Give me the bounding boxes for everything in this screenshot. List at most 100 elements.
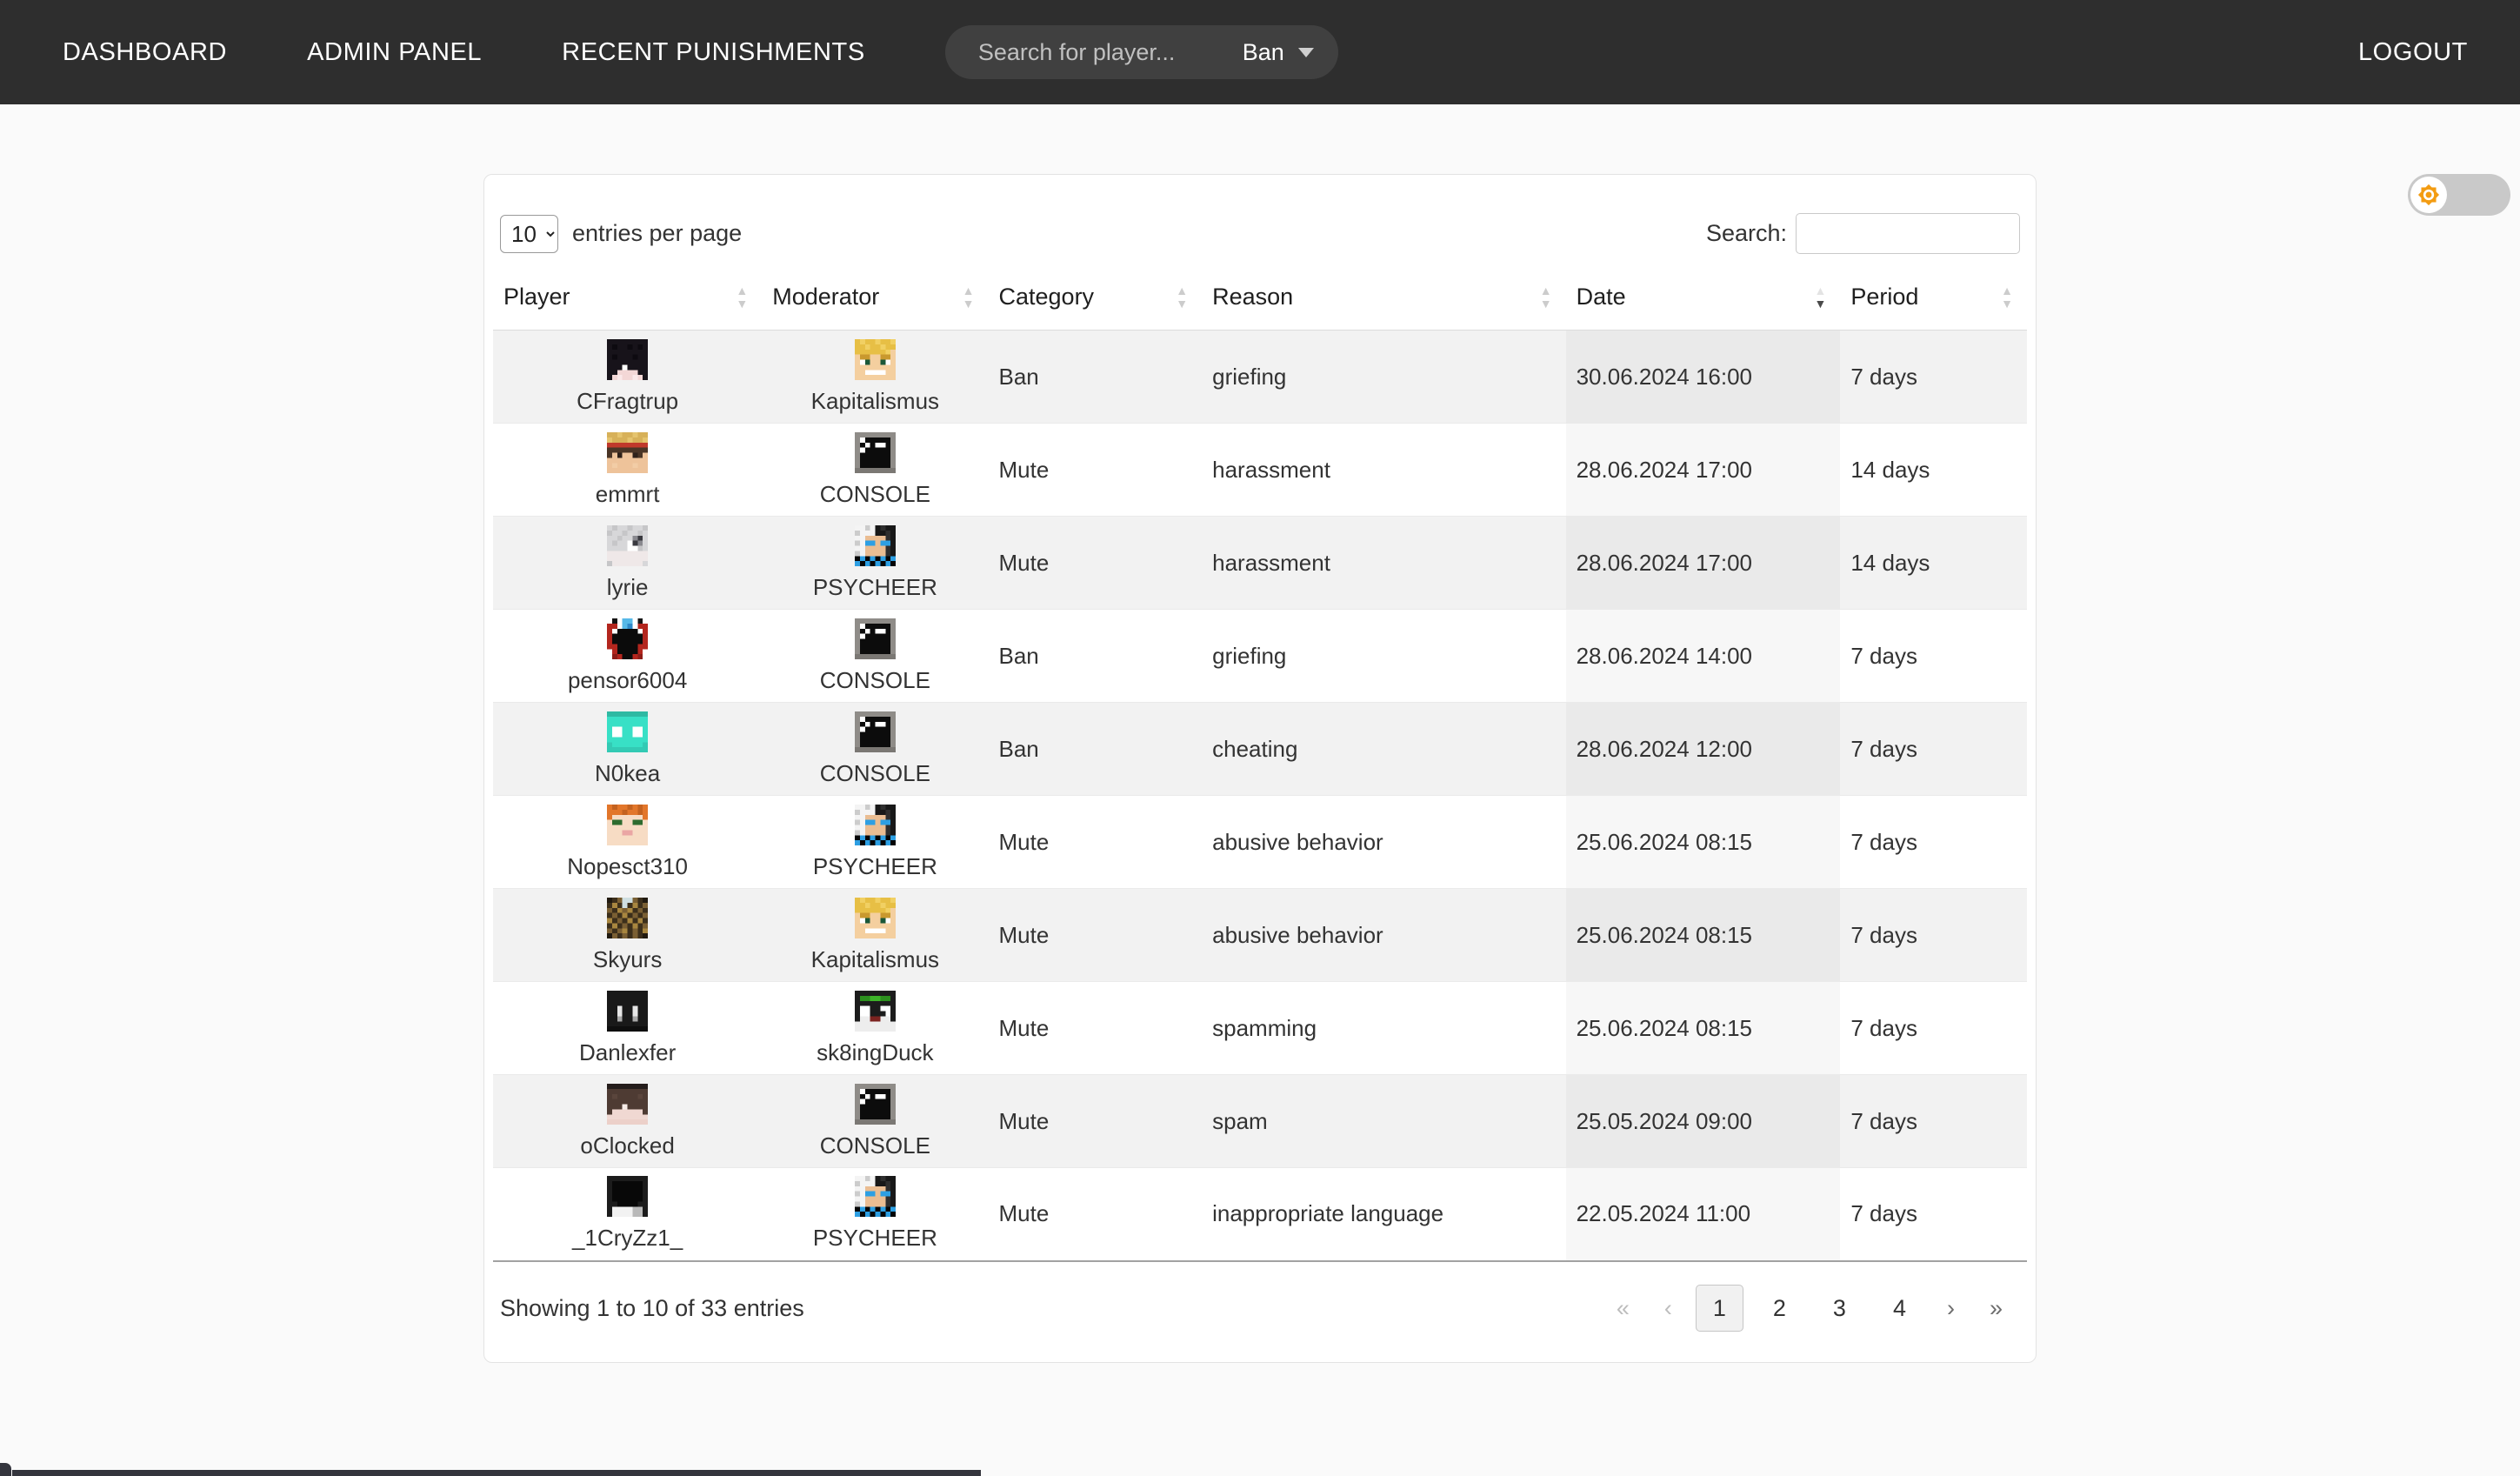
nav-link-dashboard[interactable]: DASHBOARD	[63, 38, 227, 67]
table-footer: Showing 1 to 10 of 33 entries « ‹ 1234 ›…	[493, 1262, 2027, 1362]
moderator-cell[interactable]: PSYCHEER	[772, 525, 977, 601]
nav-link-admin-panel[interactable]: ADMIN PANEL	[307, 38, 482, 67]
reason-cell: abusive behavior	[1202, 889, 1565, 982]
category-cell: Ban	[989, 703, 1203, 796]
pagination-page-1[interactable]: 1	[1696, 1285, 1743, 1332]
player-name: oClocked	[580, 1132, 674, 1159]
category-cell: Ban	[989, 610, 1203, 703]
reason-cell: cheating	[1202, 703, 1565, 796]
sort-asc-icon: ▲	[1814, 284, 1826, 297]
player-cell[interactable]: Danlexfer	[503, 991, 751, 1066]
column-header-reason[interactable]: Reason▲▼	[1202, 275, 1565, 331]
sort-icons: ▲▼	[736, 284, 748, 311]
chevron-down-icon	[1298, 48, 1314, 57]
moderator-cell[interactable]: Kapitalismus	[772, 339, 977, 415]
player-avatar	[607, 1176, 648, 1217]
pagination-page-2[interactable]: 2	[1756, 1285, 1803, 1332]
punishment-type-dropdown[interactable]: Ban	[1227, 39, 1314, 66]
date-cell: 25.06.2024 08:15	[1566, 982, 1841, 1075]
moderator-name: Kapitalismus	[811, 946, 939, 973]
moderator-cell[interactable]: CONSOLE	[772, 618, 977, 694]
player-avatar	[607, 432, 648, 473]
sort-desc-icon: ▼	[736, 297, 748, 311]
player-avatar	[607, 1084, 648, 1125]
period-cell: 7 days	[1840, 610, 2027, 703]
player-name: emmrt	[596, 481, 660, 508]
column-header-player[interactable]: Player▲▼	[493, 275, 762, 331]
player-cell[interactable]: pensor6004	[503, 618, 751, 694]
moderator-name: PSYCHEER	[813, 574, 937, 601]
moderator-name: Kapitalismus	[811, 388, 939, 415]
moderator-cell[interactable]: PSYCHEER	[772, 805, 977, 880]
entries-per-page-select[interactable]: 10	[500, 215, 558, 253]
table-search-input[interactable]	[1796, 213, 2020, 254]
sort-icons: ▲▼	[1814, 284, 1826, 311]
date-cell: 28.06.2024 12:00	[1566, 703, 1841, 796]
reason-cell: abusive behavior	[1202, 796, 1565, 889]
player-cell[interactable]: Nopesct310	[503, 805, 751, 880]
column-header-category[interactable]: Category▲▼	[989, 275, 1203, 331]
date-cell: 30.06.2024 16:00	[1566, 331, 1841, 424]
moderator-avatar	[855, 1176, 896, 1217]
player-cell[interactable]: lyrie	[503, 525, 751, 601]
pagination-page-4[interactable]: 4	[1876, 1285, 1923, 1332]
moderator-cell[interactable]: CONSOLE	[772, 711, 977, 787]
column-header-date[interactable]: Date▲▼	[1566, 275, 1841, 331]
period-cell: 7 days	[1840, 889, 2027, 982]
period-cell: 7 days	[1840, 1168, 2027, 1261]
column-label: Category	[999, 284, 1095, 311]
player-cell[interactable]: emmrt	[503, 432, 751, 508]
reason-cell: harassment	[1202, 424, 1565, 517]
column-header-period[interactable]: Period▲▼	[1840, 275, 2027, 331]
table-header-row: Player▲▼Moderator▲▼Category▲▼Reason▲▼Dat…	[493, 275, 2027, 331]
player-avatar	[607, 618, 648, 659]
table-search-control: Search:	[1706, 213, 2020, 254]
player-name: CFragtrup	[577, 388, 678, 415]
player-cell[interactable]: _1CryZz1_	[503, 1176, 751, 1252]
sort-desc-icon: ▼	[963, 297, 975, 311]
player-avatar	[607, 898, 648, 938]
moderator-cell[interactable]: CONSOLE	[772, 1084, 977, 1159]
moderator-cell[interactable]: Kapitalismus	[772, 898, 977, 973]
sort-desc-icon: ▼	[1540, 297, 1552, 311]
pagination-prev-button[interactable]: ‹	[1647, 1285, 1690, 1332]
table-controls: 10 entries per page Search:	[500, 213, 2020, 254]
pagination-page-3[interactable]: 3	[1816, 1285, 1863, 1332]
pagination-pages: 1234	[1690, 1295, 1930, 1322]
player-search-input[interactable]	[977, 38, 1227, 67]
nav-link-recent-punishments[interactable]: RECENT PUNISHMENTS	[562, 38, 865, 67]
player-name: Nopesct310	[567, 853, 688, 880]
player-name: lyrie	[607, 574, 649, 601]
pagination-first-button[interactable]: «	[1599, 1285, 1647, 1332]
page-bottom-corner	[0, 1463, 11, 1476]
reason-cell: spamming	[1202, 982, 1565, 1075]
sort-asc-icon: ▲	[2001, 284, 2013, 297]
moderator-avatar	[855, 618, 896, 659]
moderator-avatar	[855, 711, 896, 752]
player-cell[interactable]: CFragtrup	[503, 339, 751, 415]
punishments-card: 10 entries per page Search: Player▲▼Mode…	[483, 174, 2037, 1363]
punishments-table: Player▲▼Moderator▲▼Category▲▼Reason▲▼Dat…	[493, 275, 2027, 1262]
moderator-cell[interactable]: CONSOLE	[772, 432, 977, 508]
reason-cell: griefing	[1202, 331, 1565, 424]
column-header-moderator[interactable]: Moderator▲▼	[762, 275, 988, 331]
player-cell[interactable]: oClocked	[503, 1084, 751, 1159]
pagination-last-button[interactable]: »	[1972, 1285, 2020, 1332]
moderator-cell[interactable]: sk8ingDuck	[772, 991, 977, 1066]
theme-toggle[interactable]	[2408, 174, 2510, 216]
logout-button[interactable]: LOGOUT	[2358, 38, 2468, 67]
sort-icons: ▲▼	[1540, 284, 1552, 311]
table-row: _1CryZz1_ PSYCHEER Mute inappropriate la…	[493, 1168, 2027, 1261]
date-cell: 25.06.2024 08:15	[1566, 796, 1841, 889]
date-cell: 28.06.2024 17:00	[1566, 424, 1841, 517]
category-cell: Mute	[989, 517, 1203, 610]
player-cell[interactable]: N0kea	[503, 711, 751, 787]
moderator-cell[interactable]: PSYCHEER	[772, 1176, 977, 1252]
moderator-name: CONSOLE	[820, 760, 930, 787]
player-cell[interactable]: Skyurs	[503, 898, 751, 973]
sun-icon	[2415, 181, 2443, 209]
pagination-next-button[interactable]: ›	[1930, 1285, 1972, 1332]
category-cell: Mute	[989, 889, 1203, 982]
period-cell: 7 days	[1840, 982, 2027, 1075]
page-bottom-bar	[12, 1470, 981, 1476]
